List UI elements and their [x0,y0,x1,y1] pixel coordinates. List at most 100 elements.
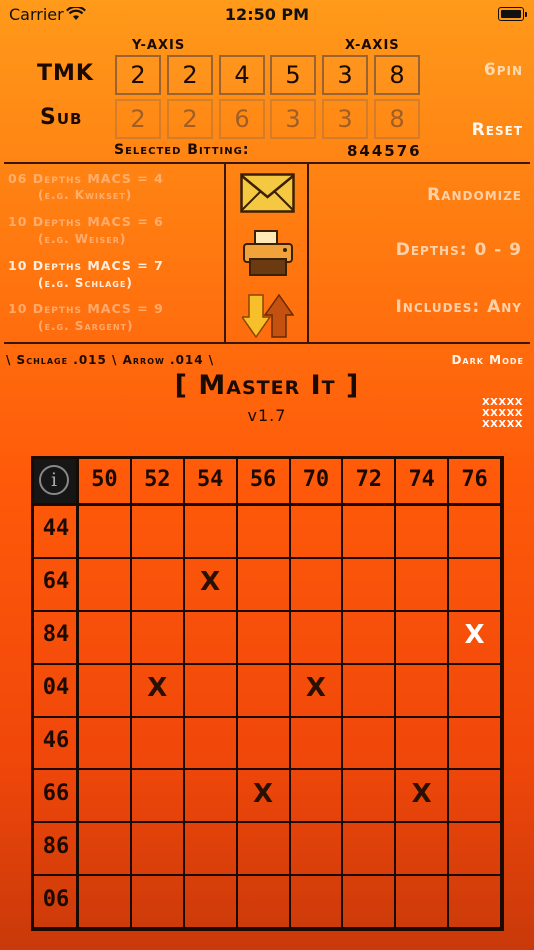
tmk-cell-3[interactable]: 4 [219,55,265,95]
sub-cell-3[interactable]: 6 [219,99,265,139]
tmk-cell-2[interactable]: 2 [167,55,213,95]
grid-cell[interactable] [396,823,447,874]
grid-cell[interactable] [238,823,289,874]
grid-cell[interactable] [132,876,183,927]
row-header: 84 [42,622,70,648]
grid-cell[interactable] [343,718,394,769]
divider-top [4,162,530,164]
sub-cell-4[interactable]: 3 [270,99,316,139]
divider-left [224,162,226,342]
grid-cell[interactable] [396,559,447,610]
grid-cell[interactable] [449,506,500,557]
grid-cell[interactable] [79,770,130,821]
grid-cell[interactable] [291,770,342,821]
tmk-cell-5[interactable]: 3 [322,55,368,95]
grid-mark: X [305,673,326,704]
grid-cell[interactable] [396,665,447,716]
grid-cell[interactable] [132,823,183,874]
grid-cell[interactable] [185,665,236,716]
grid-mark: X [411,778,432,809]
grid-cell[interactable] [185,718,236,769]
grid-cell[interactable] [79,506,130,557]
divider-bottom [4,342,530,344]
grid-cell[interactable] [291,612,342,663]
depths-selector[interactable]: Depths: 0 - 9 [396,240,522,260]
tmk-cell-6[interactable]: 8 [374,55,420,95]
tmk-cell-4[interactable]: 5 [270,55,316,95]
randomize-button[interactable]: Randomize [427,185,522,205]
grid-cell[interactable] [132,506,183,557]
row-header: 44 [42,516,70,542]
grid-cell[interactable] [185,876,236,927]
sub-cell-2[interactable]: 2 [167,99,213,139]
grid-cell[interactable] [343,559,394,610]
reset-button[interactable]: Reset [472,120,523,140]
grid-cell[interactable] [291,506,342,557]
sub-cell-5[interactable]: 3 [322,99,368,139]
grid-cell[interactable] [238,612,289,663]
grid-mark: X [253,778,274,809]
includes-selector[interactable]: Includes: Any [395,297,522,317]
grid-cell[interactable] [449,770,500,821]
column-header: 76 [461,467,488,492]
grid-cell[interactable] [238,718,289,769]
grid-cell[interactable] [132,718,183,769]
grid-cell[interactable] [343,665,394,716]
row-header: 06 [42,886,70,912]
battery-icon [498,7,527,21]
key-spec-label: \ Schlage .015 \ Arrow .014 \ [6,353,215,367]
envelope-icon[interactable] [240,173,295,213]
pin-count-button[interactable]: 6pin [484,60,523,80]
grid-cell[interactable] [132,770,183,821]
grid-cell[interactable] [343,876,394,927]
grid-cell[interactable] [343,506,394,557]
grid-cell[interactable] [185,770,236,821]
grid-cell[interactable] [238,665,289,716]
grid-cell[interactable] [79,559,130,610]
grid-cell[interactable] [79,612,130,663]
grid-cell[interactable] [185,612,236,663]
grid-cell[interactable] [396,612,447,663]
grid-cell[interactable] [449,559,500,610]
column-header: 56 [249,467,277,492]
grid-cell[interactable] [343,770,394,821]
sub-cell-1[interactable]: 2 [115,99,161,139]
grid-cell[interactable] [238,876,289,927]
printer-icon[interactable] [242,229,294,277]
grid-cell[interactable] [79,876,130,927]
grid-cell[interactable] [291,823,342,874]
grid-cell[interactable] [79,665,130,716]
grid-cell[interactable] [238,559,289,610]
swap-arrows-icon[interactable] [242,293,294,339]
grid-cell[interactable] [132,559,183,610]
grid-cell[interactable] [132,612,183,663]
dark-mode-toggle[interactable]: Dark Mode [451,353,524,367]
grid-cell[interactable] [396,876,447,927]
grid-cell[interactable] [185,506,236,557]
x-row-1: XXXXX [481,397,523,408]
grid-cell[interactable] [343,612,394,663]
selected-bitting-label: Selected Bitting: [114,142,250,158]
grid-cell[interactable] [449,718,500,769]
row-header: 04 [42,675,70,701]
grid-cell[interactable] [396,718,447,769]
row-header: 66 [42,780,70,806]
app-version: v1.7 [247,406,287,425]
grid-cell[interactable] [291,876,342,927]
grid-cell[interactable] [238,506,289,557]
grid-mark: X [200,567,221,598]
sub-cell-6[interactable]: 8 [374,99,420,139]
grid-cell[interactable] [343,823,394,874]
grid-cell[interactable] [185,823,236,874]
grid-cell[interactable] [291,718,342,769]
grid-cell[interactable] [449,876,500,927]
grid-cell[interactable] [79,718,130,769]
grid-cell[interactable] [449,823,500,874]
grid-cell[interactable] [291,559,342,610]
grid-cell[interactable] [396,506,447,557]
grid-cell[interactable] [449,665,500,716]
info-icon[interactable]: i [39,465,69,495]
grid-cell[interactable] [79,823,130,874]
tmk-cell-1[interactable]: 2 [115,55,161,95]
grid-hline [34,927,501,929]
